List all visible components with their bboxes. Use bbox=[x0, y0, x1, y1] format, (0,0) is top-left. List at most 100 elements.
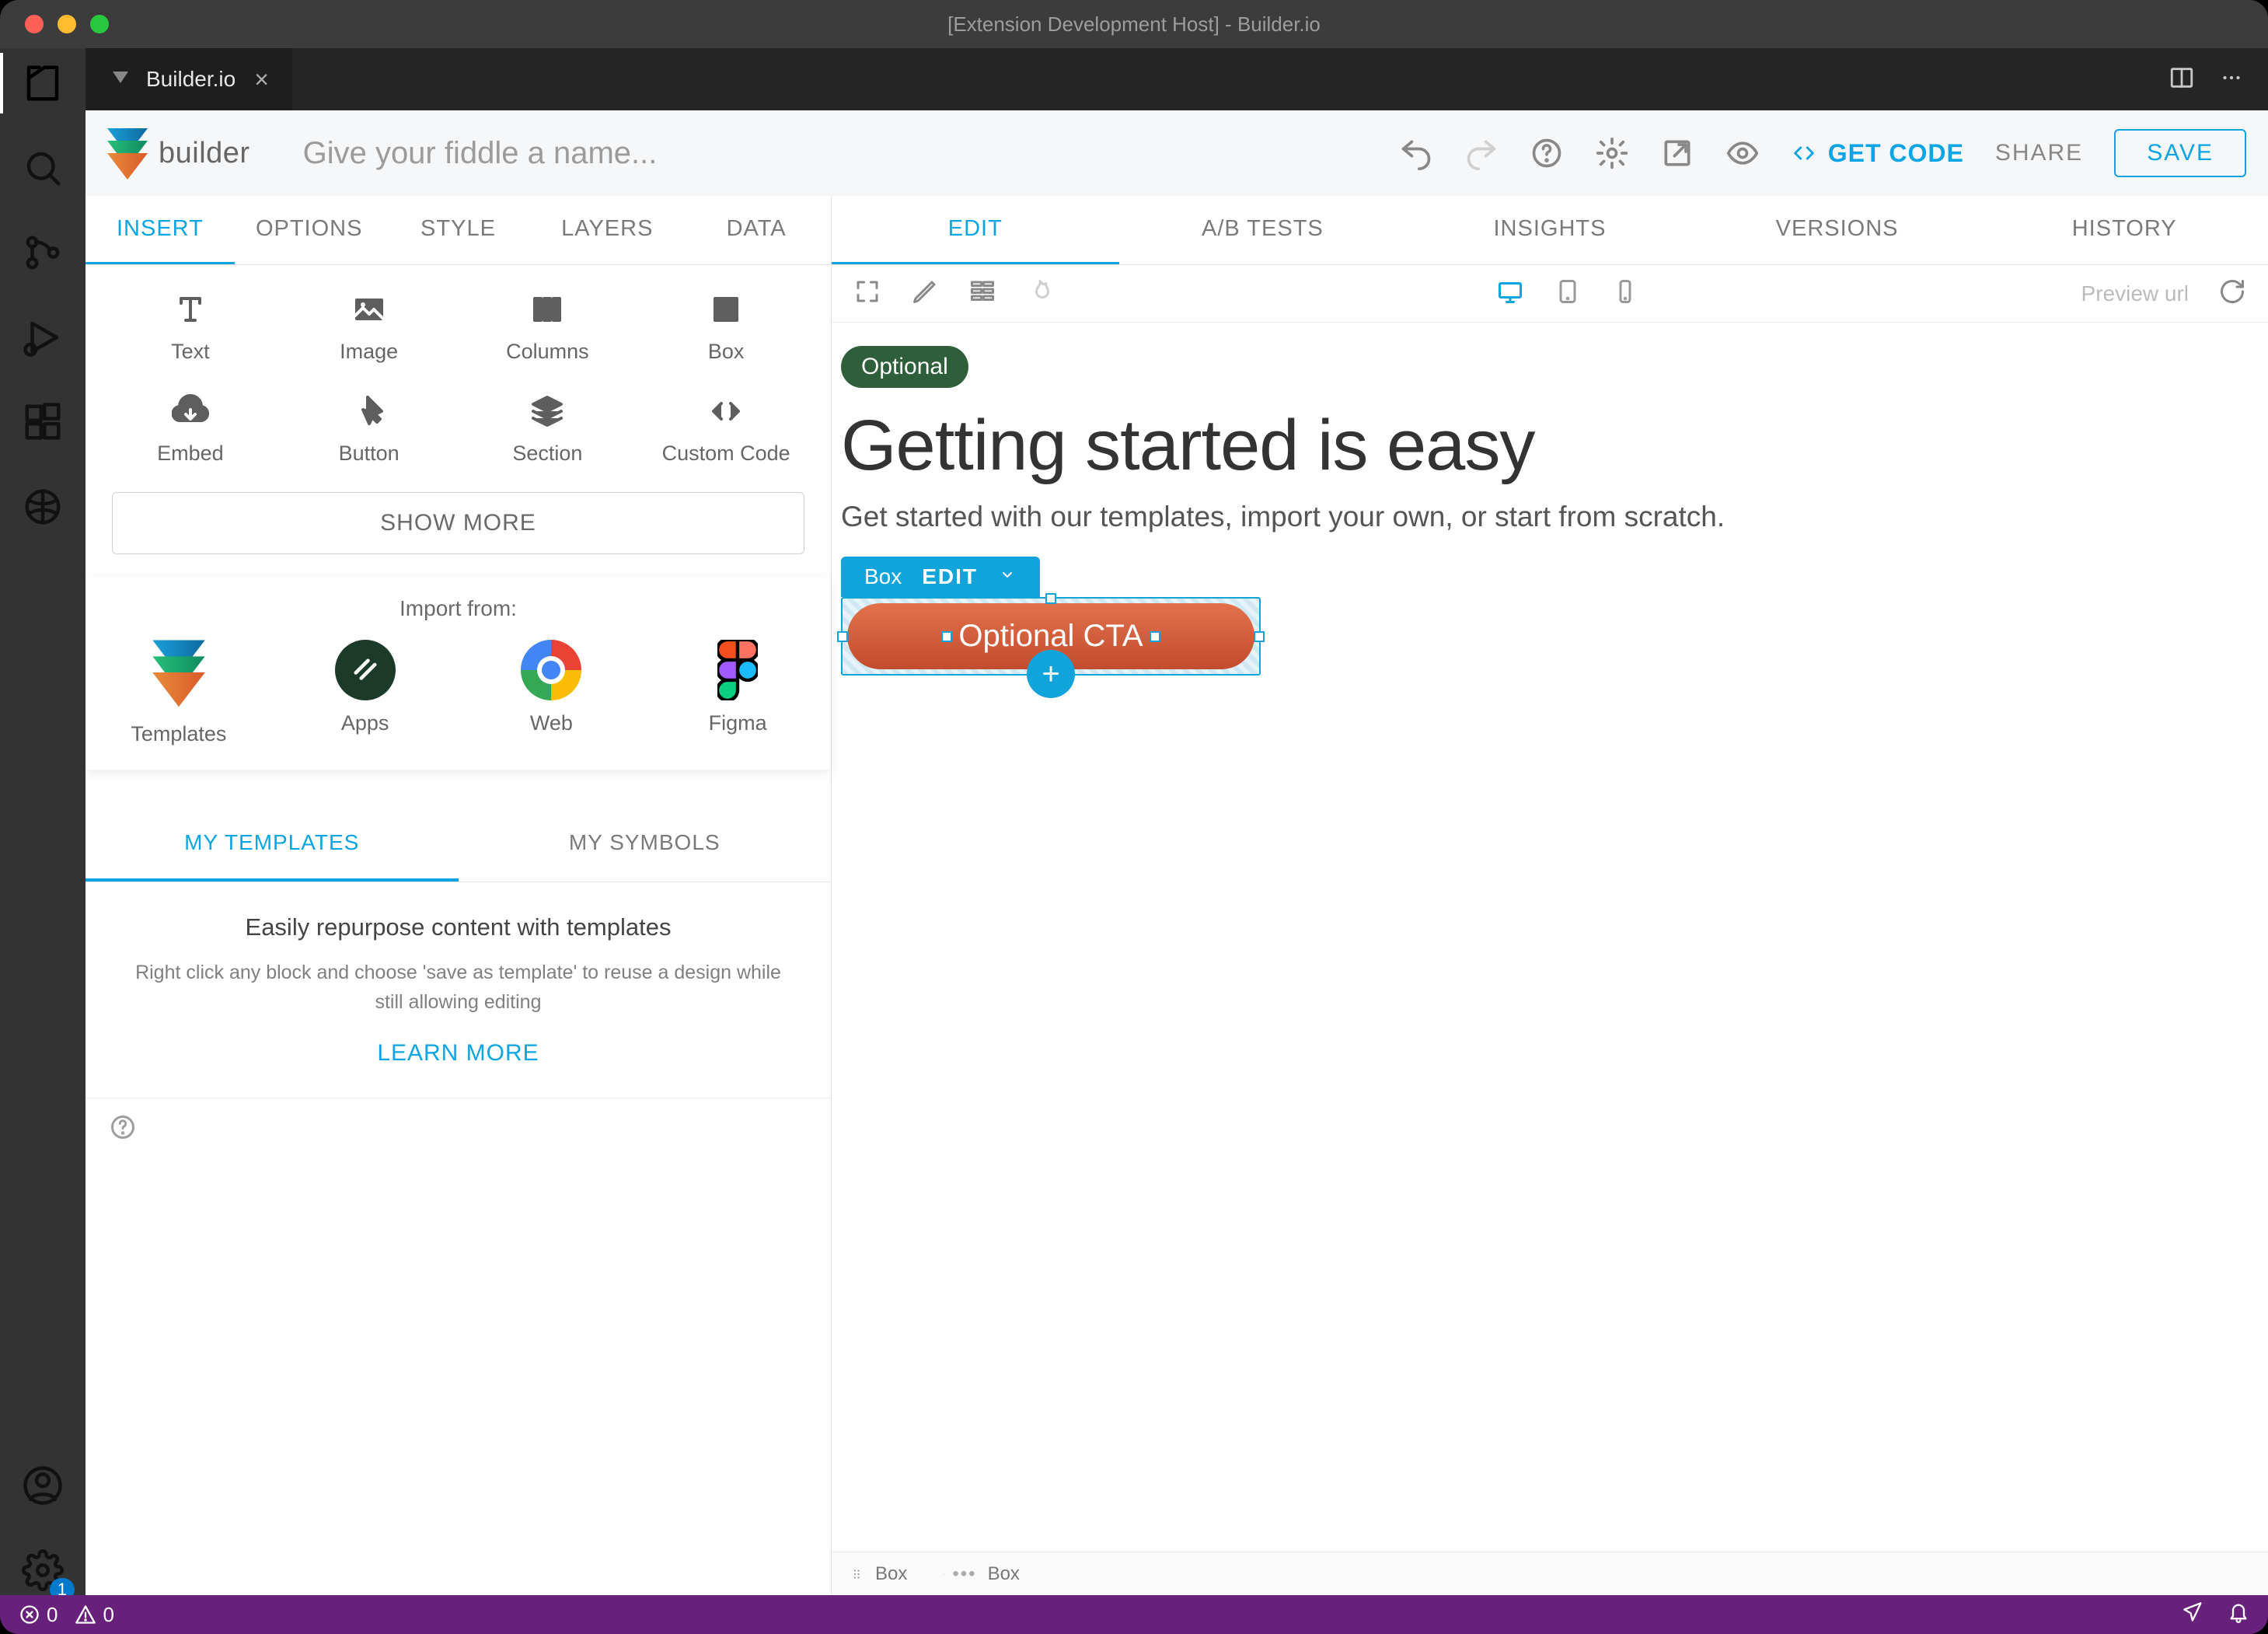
inner-handle[interactable] bbox=[1150, 631, 1160, 642]
undo-icon[interactable] bbox=[1399, 136, 1433, 170]
tab-style[interactable]: STYLE bbox=[384, 196, 533, 264]
builder-activity-icon[interactable] bbox=[22, 486, 64, 532]
insert-text[interactable]: Text bbox=[101, 288, 280, 364]
tab-insert[interactable]: INSERT bbox=[85, 196, 235, 264]
selection-toolbar: Box EDIT bbox=[841, 557, 1040, 597]
redo-icon[interactable] bbox=[1464, 136, 1499, 170]
tab-versions[interactable]: VERSIONS bbox=[1694, 196, 1981, 264]
show-more-button[interactable]: SHOW MORE bbox=[112, 492, 804, 554]
run-debug-icon[interactable] bbox=[22, 316, 64, 362]
device-tablet-icon[interactable] bbox=[1554, 278, 1582, 309]
get-code-button[interactable]: GET CODE bbox=[1791, 139, 1964, 168]
right-panel-tabs: EDIT A/B TESTS INSIGHTS VERSIONS HISTORY bbox=[832, 196, 2268, 265]
import-apps[interactable]: Apps bbox=[272, 640, 459, 746]
subhead-text[interactable]: Get started with our templates, import y… bbox=[841, 501, 2259, 533]
breadcrumb-root[interactable]: Box bbox=[832, 1552, 933, 1595]
insert-grid: Text Image Columns Box Embed Button Sect… bbox=[85, 265, 831, 481]
open-external-icon[interactable] bbox=[1660, 136, 1694, 170]
save-button[interactable]: SAVE bbox=[2114, 129, 2246, 177]
preview-eye-icon[interactable] bbox=[1725, 136, 1760, 170]
status-errors[interactable]: 0 bbox=[19, 1603, 58, 1627]
source-control-icon[interactable] bbox=[22, 232, 64, 278]
templates-subtabs: MY TEMPLATES MY SYMBOLS bbox=[85, 807, 831, 882]
device-mobile-icon[interactable] bbox=[1611, 278, 1639, 309]
minimize-window-button[interactable] bbox=[58, 15, 76, 33]
add-element-button[interactable]: + bbox=[1027, 650, 1075, 698]
insert-box[interactable]: Box bbox=[637, 288, 815, 364]
insert-image[interactable]: Image bbox=[280, 288, 459, 364]
selected-element[interactable]: Box EDIT Optional CTA bbox=[841, 557, 1261, 676]
builder-logo-mark bbox=[107, 128, 148, 178]
text-icon bbox=[101, 288, 280, 330]
tab-history[interactable]: HISTORY bbox=[1980, 196, 2268, 264]
share-button[interactable]: SHARE bbox=[1995, 140, 2083, 166]
editor-tab-label: Builder.io bbox=[146, 67, 236, 92]
footer-help-icon[interactable] bbox=[109, 1113, 137, 1145]
close-icon[interactable]: × bbox=[254, 65, 269, 94]
tab-data[interactable]: DATA bbox=[682, 196, 831, 264]
headline-text[interactable]: Getting started is easy bbox=[841, 405, 2259, 487]
tab-ab-tests[interactable]: A/B TESTS bbox=[1119, 196, 1407, 264]
tab-options[interactable]: OPTIONS bbox=[235, 196, 384, 264]
inner-handle[interactable] bbox=[941, 631, 952, 642]
builder-brand-text: builder bbox=[159, 137, 250, 170]
traffic-lights bbox=[0, 15, 109, 33]
settings-gear-icon[interactable]: 1 bbox=[22, 1549, 64, 1595]
import-templates[interactable]: Templates bbox=[85, 640, 272, 746]
templates-icon bbox=[152, 640, 205, 704]
help-icon[interactable] bbox=[1530, 136, 1564, 170]
breadcrumb-item[interactable]: ••• Box bbox=[933, 1552, 1046, 1595]
feedback-icon[interactable] bbox=[2183, 1601, 2204, 1629]
preview-url-input[interactable]: Preview url bbox=[2081, 281, 2189, 306]
close-window-button[interactable] bbox=[25, 15, 44, 33]
resize-handle-top[interactable] bbox=[1045, 593, 1056, 604]
builder-app: builder Give your fiddle a name... GE bbox=[85, 110, 2268, 1595]
accounts-icon[interactable] bbox=[22, 1465, 64, 1510]
templates-card-body: Right click any block and choose 'save a… bbox=[132, 958, 784, 1017]
split-editor-icon[interactable] bbox=[2169, 65, 2195, 95]
custom-code-icon bbox=[637, 390, 815, 432]
editor-area: Builder.io × builder bbox=[85, 48, 2268, 1595]
editor-tab-builder[interactable]: Builder.io × bbox=[85, 48, 292, 110]
insert-embed[interactable]: Embed bbox=[101, 390, 280, 466]
builder-logo[interactable]: builder bbox=[107, 128, 250, 178]
canvas[interactable]: Optional Getting started is easy Get sta… bbox=[832, 323, 2268, 1552]
insert-button[interactable]: Button bbox=[280, 390, 459, 466]
maximize-window-button[interactable] bbox=[90, 15, 109, 33]
insert-custom-code[interactable]: Custom Code bbox=[637, 390, 815, 466]
tab-my-symbols[interactable]: MY SYMBOLS bbox=[459, 807, 832, 882]
canvas-toolbar: Preview url bbox=[832, 265, 2268, 323]
fullscreen-icon[interactable] bbox=[853, 278, 881, 309]
error-icon bbox=[19, 1604, 40, 1625]
get-code-label: GET CODE bbox=[1828, 139, 1964, 168]
fiddle-name-input[interactable]: Give your fiddle a name... bbox=[303, 136, 658, 171]
status-warnings[interactable]: 0 bbox=[75, 1603, 113, 1627]
import-web[interactable]: Web bbox=[459, 640, 645, 746]
settings-icon[interactable] bbox=[1595, 136, 1629, 170]
explorer-icon[interactable] bbox=[22, 62, 64, 108]
resize-handle-left[interactable] bbox=[837, 631, 848, 642]
activity-bar: 1 bbox=[0, 48, 85, 1595]
tab-layers[interactable]: LAYERS bbox=[532, 196, 682, 264]
chevron-down-icon[interactable] bbox=[998, 564, 1017, 589]
templates-card-title: Easily repurpose content with templates bbox=[132, 913, 784, 941]
insert-columns[interactable]: Columns bbox=[459, 288, 637, 364]
selection-edit-button[interactable]: EDIT bbox=[922, 564, 978, 589]
tab-my-templates[interactable]: MY TEMPLATES bbox=[85, 807, 459, 882]
insert-section[interactable]: Section bbox=[459, 390, 637, 466]
more-icon[interactable] bbox=[2218, 65, 2245, 95]
resize-handle-right[interactable] bbox=[1254, 631, 1265, 642]
import-figma[interactable]: Figma bbox=[644, 640, 831, 746]
pencil-icon[interactable] bbox=[911, 278, 939, 309]
flame-icon[interactable] bbox=[1026, 278, 1054, 309]
device-desktop-icon[interactable] bbox=[1496, 278, 1524, 309]
tab-edit[interactable]: EDIT bbox=[832, 196, 1119, 264]
grid-icon[interactable] bbox=[968, 278, 996, 309]
notifications-icon[interactable] bbox=[2228, 1601, 2249, 1629]
tab-insights[interactable]: INSIGHTS bbox=[1406, 196, 1694, 264]
learn-more-link[interactable]: LEARN MORE bbox=[132, 1040, 784, 1067]
extensions-icon[interactable] bbox=[22, 401, 64, 447]
refresh-icon[interactable] bbox=[2218, 278, 2246, 309]
crumb-label: Box bbox=[875, 1563, 907, 1585]
search-icon[interactable] bbox=[22, 147, 64, 193]
